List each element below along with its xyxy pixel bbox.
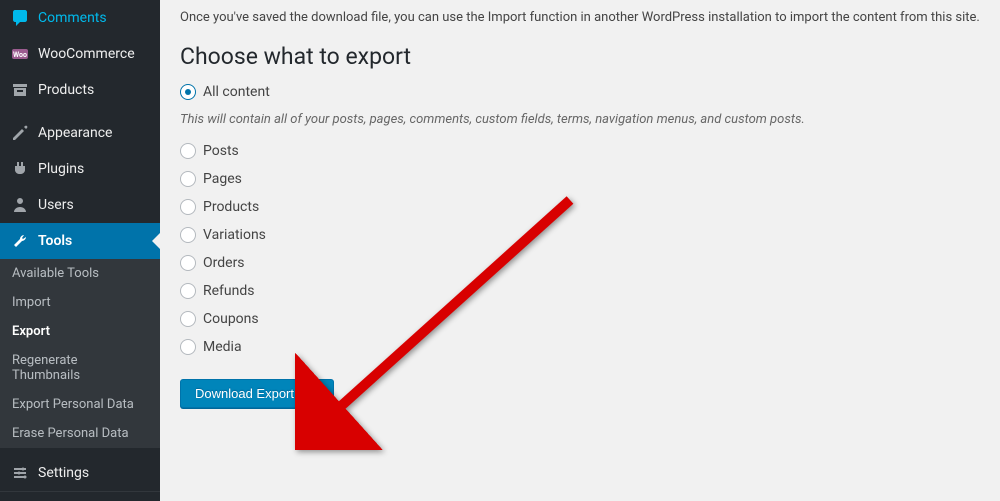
section-title: Choose what to export [180,43,980,70]
tools-icon [10,231,30,251]
option-label: Pages [203,171,242,187]
sidebar-item-label: Tools [38,233,72,249]
sidebar-item-plugins[interactable]: Plugins [0,151,160,187]
sidebar-item-label: Users [38,197,74,213]
sidebar-item-label: Settings [38,465,89,481]
sidebar-item-label: Appearance [38,125,112,141]
option-pages[interactable]: Pages [180,171,980,187]
radio-icon [180,339,196,355]
users-icon [10,195,30,215]
radio-icon [180,311,196,327]
radio-icon [180,227,196,243]
radio-icon [180,171,196,187]
radio-icon [180,84,196,100]
sidebar-item-settings[interactable]: Settings [0,455,160,491]
option-label: Coupons [203,311,259,327]
sidebar-item-label: Plugins [38,161,84,177]
option-posts[interactable]: Posts [180,143,980,159]
svg-text:Woo: Woo [13,51,27,59]
sidebar-item-label: WooCommerce [38,46,135,62]
plugin-icon [10,159,30,179]
sidebar-item-comments[interactable]: Comments [0,0,160,36]
radio-icon [180,199,196,215]
tools-submenu: Available Tools Import Export Regenerate… [0,259,160,448]
appearance-icon [10,123,30,143]
collapse-menu[interactable]: Collapse menu [0,491,160,501]
option-label: Refunds [203,283,255,299]
option-label: Posts [203,143,239,159]
submenu-export-personal-data[interactable]: Export Personal Data [0,390,160,419]
settings-icon [10,463,30,483]
download-export-button[interactable]: Download Export File [180,379,334,408]
comment-icon [10,8,30,28]
submenu-erase-personal-data[interactable]: Erase Personal Data [0,419,160,448]
archive-icon [10,80,30,100]
option-products[interactable]: Products [180,199,980,215]
submenu-regenerate-thumbnails[interactable]: Regenerate Thumbnails [0,346,160,390]
option-variations[interactable]: Variations [180,227,980,243]
option-label: All content [203,84,270,100]
radio-icon [180,283,196,299]
sidebar-item-label: Comments [38,10,107,26]
sidebar-item-label: Products [38,82,94,98]
option-label: Media [203,339,242,355]
all-content-note: This will contain all of your posts, pag… [180,112,980,127]
option-refunds[interactable]: Refunds [180,283,980,299]
woocommerce-icon: Woo [10,44,30,64]
intro-text: Once you've saved the download file, you… [180,0,980,25]
sidebar-item-woocommerce[interactable]: Woo WooCommerce [0,36,160,72]
submenu-available-tools[interactable]: Available Tools [0,259,160,288]
radio-icon [180,255,196,271]
submenu-export[interactable]: Export [0,317,160,346]
option-label: Variations [203,227,266,243]
sidebar-item-appearance[interactable]: Appearance [0,115,160,151]
sidebar-item-tools[interactable]: Tools [0,223,160,259]
radio-icon [180,143,196,159]
option-coupons[interactable]: Coupons [180,311,980,327]
option-label: Products [203,199,259,215]
sidebar-item-products[interactable]: Products [0,72,160,108]
option-label: Orders [203,255,245,271]
main-content: Once you've saved the download file, you… [160,0,1000,501]
option-all-content[interactable]: All content [180,84,980,100]
option-orders[interactable]: Orders [180,255,980,271]
sidebar-item-users[interactable]: Users [0,187,160,223]
submenu-import[interactable]: Import [0,288,160,317]
option-media[interactable]: Media [180,339,980,355]
admin-sidebar: Comments Woo WooCommerce Products Appear… [0,0,160,501]
